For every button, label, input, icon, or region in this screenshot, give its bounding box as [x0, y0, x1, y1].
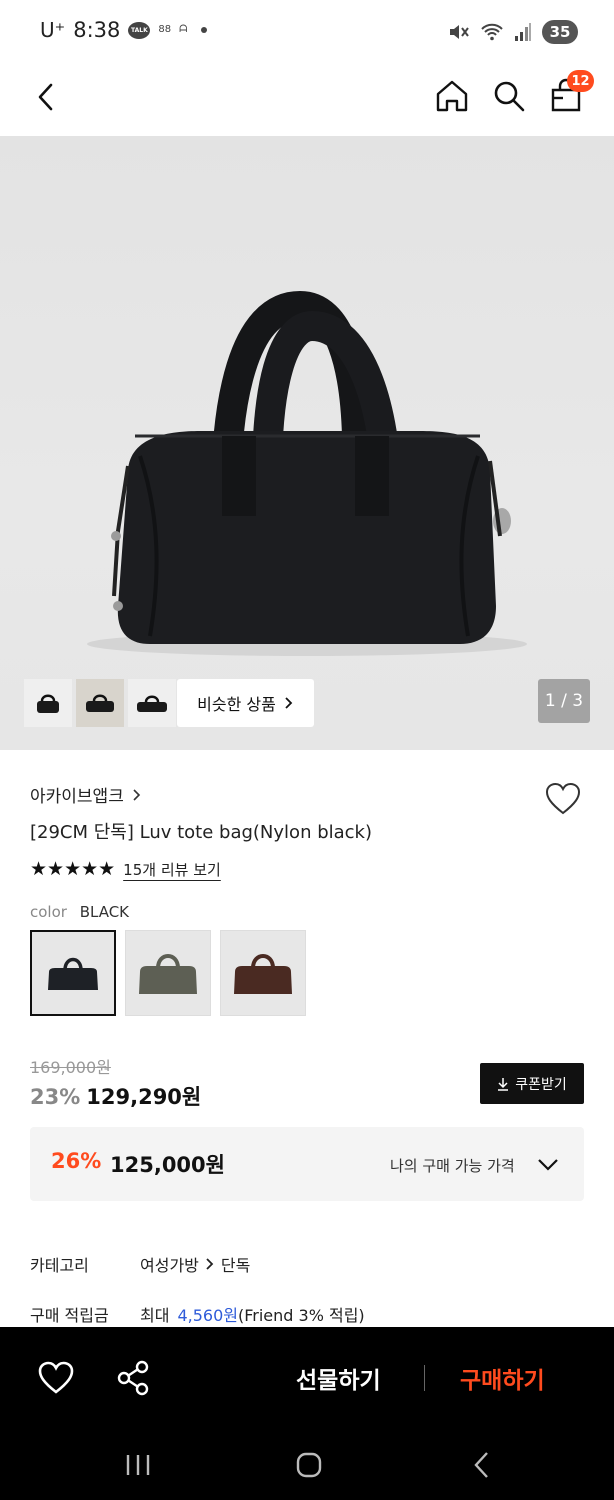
bag-photo	[87, 290, 527, 656]
discount-rate: 23%	[30, 1085, 81, 1109]
musinsa-notification-icon: ᗩ	[179, 24, 188, 35]
category-main[interactable]: 여성가방	[140, 1252, 199, 1276]
points-row: 구매 적립금 최대 4,560원 (Friend 3% 적립)	[30, 1302, 365, 1326]
discount-row: 23% 129,290원	[30, 1081, 201, 1111]
product-image[interactable]: 비슷한 상품 1 / 3	[0, 136, 614, 750]
bag-thumbnail-icon	[137, 695, 167, 712]
wishlist-heart-icon[interactable]	[545, 782, 581, 816]
signal-icon	[515, 23, 531, 41]
color-row: color BLACK	[30, 903, 129, 921]
color-swatches	[30, 930, 306, 1016]
similar-products-label: 비슷한 상품	[197, 695, 276, 714]
best-price-box[interactable]: 26% 125,000원 나의 구매 가능 가격	[30, 1127, 584, 1201]
coupon-label: 쿠폰받기	[515, 1076, 567, 1093]
bag-thumbnail-icon	[37, 694, 59, 713]
points-prefix: 최대	[140, 1306, 170, 1325]
gift-button[interactable]: 선물하기	[296, 1361, 381, 1395]
home-button-icon[interactable]	[296, 1452, 322, 1478]
share-icon[interactable]	[116, 1360, 150, 1396]
thumbnail-strip	[24, 679, 176, 727]
bag-swatch-khaki	[139, 954, 197, 994]
battery-icon: 35	[542, 20, 578, 44]
image-page-indicator: 1 / 3	[538, 679, 590, 723]
review-link[interactable]: 15개 리뷰 보기	[123, 859, 221, 880]
points-key: 구매 적립금	[30, 1306, 109, 1325]
color-swatch-black[interactable]	[30, 930, 116, 1016]
system-back-icon[interactable]	[474, 1452, 488, 1478]
back-arrow-icon[interactable]	[30, 80, 64, 114]
chevron-right-icon	[133, 788, 140, 801]
best-price-label: 나의 구매 가능 가격	[390, 1157, 515, 1175]
bottom-action-bar: 선물하기 구매하기	[0, 1327, 614, 1500]
best-discount-rate: 26%	[51, 1149, 102, 1173]
home-icon[interactable]	[434, 78, 470, 114]
clock: 8:38	[73, 18, 121, 42]
bag-thumbnail-icon	[86, 694, 114, 712]
status-bar: U⁺ 8:38 TALK 88 ᗩ 35	[0, 0, 614, 62]
mute-icon	[450, 25, 469, 39]
bag-swatch-black	[48, 957, 98, 990]
brand-name: 아카이브앱크	[30, 787, 124, 807]
download-icon	[498, 1077, 509, 1091]
carrier-label: U⁺	[40, 18, 66, 42]
chevron-right-icon	[285, 697, 293, 709]
discount-price: 129,290원	[86, 1085, 202, 1109]
app-notification-icon: 88	[158, 24, 172, 35]
wifi-icon	[481, 23, 503, 41]
buy-button[interactable]: 구매하기	[460, 1361, 545, 1395]
heart-icon[interactable]	[38, 1361, 74, 1395]
color-swatch-khaki[interactable]	[125, 930, 211, 1016]
similar-products-button[interactable]: 비슷한 상품	[177, 679, 314, 727]
best-price: 125,000원	[110, 1153, 225, 1177]
color-swatch-brown[interactable]	[220, 930, 306, 1016]
more-notifications-icon	[201, 27, 208, 33]
star-rating: ★★★★★	[30, 858, 116, 880]
color-label: color	[30, 903, 67, 921]
thumbnail-1[interactable]	[24, 679, 72, 727]
original-price: 169,000원	[30, 1058, 111, 1077]
search-icon[interactable]	[491, 78, 527, 114]
talk-notification-icon: TALK	[128, 21, 151, 39]
category-key: 카테고리	[30, 1256, 89, 1275]
bag-swatch-brown	[234, 954, 292, 994]
brand-link[interactable]: 아카이브앱크	[30, 782, 141, 807]
category-row: 카테고리 여성가방 단독	[30, 1252, 250, 1276]
cart-count-badge: 12	[567, 70, 594, 92]
color-value: BLACK	[79, 903, 130, 921]
rating-row: ★★★★★ 15개 리뷰 보기	[30, 858, 221, 880]
thumbnail-2[interactable]	[76, 679, 124, 727]
chevron-right-icon	[206, 1258, 214, 1270]
recent-apps-icon[interactable]	[126, 1455, 150, 1475]
points-suffix: (Friend 3% 적립)	[237, 1306, 365, 1325]
system-navigation-bar	[126, 1452, 488, 1478]
chevron-down-icon	[538, 1159, 558, 1171]
category-sub[interactable]: 단독	[221, 1252, 250, 1276]
top-nav: 12	[0, 62, 614, 136]
divider	[424, 1365, 425, 1391]
thumbnail-3[interactable]	[128, 679, 176, 727]
product-title: [29CM 단독] Luv tote bag(Nylon black)	[30, 822, 372, 843]
coupon-download-button[interactable]: 쿠폰받기	[480, 1063, 584, 1104]
points-amount: 4,560원	[177, 1306, 238, 1325]
